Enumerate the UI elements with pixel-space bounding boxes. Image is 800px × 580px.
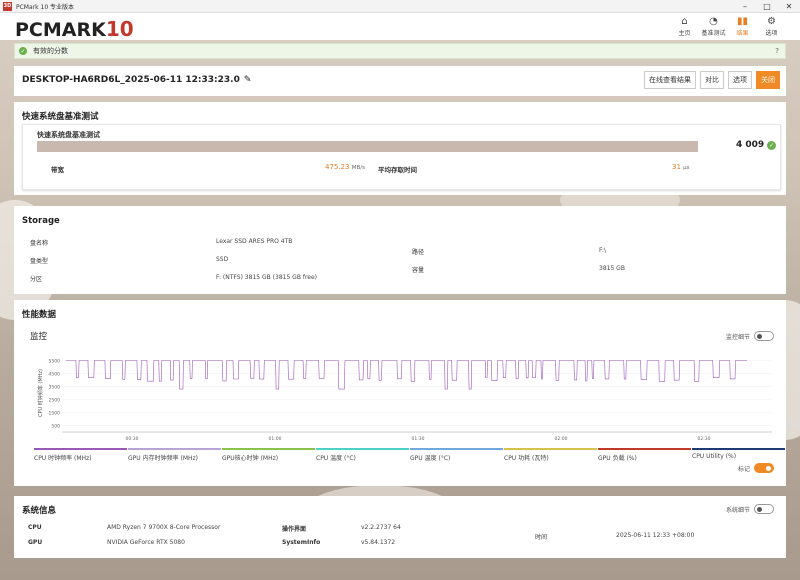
legend-item[interactable]: CPU Utility (%) bbox=[692, 448, 785, 462]
nav-home[interactable]: ⌂ 主页 bbox=[670, 15, 699, 37]
y-tick-label: 3500 bbox=[49, 385, 61, 391]
system-detail-toggle[interactable] bbox=[754, 504, 774, 514]
partition-label: 分区 bbox=[30, 276, 43, 283]
section-title: 快速系统盘基准测试 bbox=[22, 112, 99, 122]
app-header: PCMARK10 ⌂ 主页 ◔ 基准测试 ▮▮ 结果 ⚙ 选项 bbox=[0, 13, 800, 41]
legend-item[interactable]: GPU 温度 (°C) bbox=[410, 448, 503, 462]
cpu-value: AMD Ryzen 7 9700X 8-Core Processor bbox=[107, 524, 221, 531]
legend-item[interactable]: CPU 时钟频率 (MHz) bbox=[34, 448, 127, 462]
app-icon: 3D bbox=[3, 1, 12, 11]
cpu-label: CPU bbox=[28, 524, 42, 531]
check-icon: ✓ bbox=[19, 47, 27, 55]
legend-item[interactable]: GPU核心时钟 (MHz) bbox=[222, 448, 315, 462]
maximize-icon[interactable]: □ bbox=[756, 2, 778, 11]
score-bar bbox=[37, 141, 698, 152]
bandwidth-value: 475.23 MB/s bbox=[325, 163, 365, 171]
disk-type-value: SSD bbox=[216, 256, 229, 263]
access-time-value: 31 μs bbox=[672, 163, 690, 171]
systeminfo-value: v5.84.1372 bbox=[361, 539, 396, 546]
path-label: 路径 bbox=[412, 249, 425, 256]
y-tick-label: 2500 bbox=[49, 398, 61, 404]
section-title: 系统信息 bbox=[22, 506, 57, 516]
main-nav: ⌂ 主页 ◔ 基准测试 ▮▮ 结果 ⚙ 选项 bbox=[670, 15, 786, 37]
time-label: 时间 bbox=[535, 534, 548, 541]
check-icon: ✓ bbox=[767, 140, 777, 150]
partition-value: F: (NTFS) 3815 GB (3815 GB free) bbox=[216, 274, 318, 281]
y-tick-label: 5500 bbox=[49, 359, 61, 365]
capacity-label: 容量 bbox=[412, 267, 425, 274]
result-title: DESKTOP-HA6RD6L_2025-06-11 12:33:23.0 bbox=[22, 75, 240, 85]
view-online-button[interactable]: 在线查看结果 bbox=[644, 71, 696, 89]
y-tick-label: 500 bbox=[51, 424, 60, 430]
monitor-chart: CPU 时钟频率 (MHz) 5500 4500 3500 2500 1500 500 00:… bbox=[37, 359, 772, 442]
marker-label: 标记 bbox=[737, 465, 750, 473]
series-line-cpu-clock bbox=[66, 360, 747, 390]
bar-chart-icon: ▮▮ bbox=[736, 16, 748, 27]
x-tick-label: 01:30 bbox=[412, 436, 425, 442]
y-axis-label: CPU 时钟频率 (MHz) bbox=[37, 369, 44, 417]
x-tick-label: 01:00 bbox=[269, 436, 282, 442]
pencil-icon[interactable]: ✎ bbox=[244, 75, 252, 85]
home-icon: ⌂ bbox=[681, 16, 688, 27]
gpu-label: GPU bbox=[28, 539, 43, 546]
section-title: 性能数据 bbox=[22, 310, 57, 320]
storage-section: Storage 盘名称 Lexar SSD ARES PRO 4TB 盘类型 S… bbox=[14, 206, 786, 294]
monitor-detail-toggle[interactable] bbox=[754, 331, 774, 341]
system-detail-label: 系统细节 bbox=[725, 506, 750, 514]
gauge-icon: ◔ bbox=[709, 16, 718, 27]
close-button[interactable]: 关闭 bbox=[756, 71, 780, 89]
nav-options[interactable]: ⚙ 选项 bbox=[757, 15, 786, 37]
nav-benchmarks[interactable]: ◔ 基准测试 bbox=[699, 15, 728, 37]
os-label: 操作界面 bbox=[282, 526, 307, 533]
y-tick-label: 4500 bbox=[49, 372, 61, 378]
x-tick-label: 02:00 bbox=[555, 436, 568, 442]
section-title: Storage bbox=[22, 216, 60, 226]
legend-item[interactable]: CPU 温度 (°C) bbox=[316, 448, 409, 462]
legend-item[interactable]: GPU 负载 (%) bbox=[598, 448, 691, 462]
disk-name-value: Lexar SSD ARES PRO 4TB bbox=[216, 238, 293, 245]
gpu-value: NVIDIA GeForce RTX 5080 bbox=[107, 539, 185, 546]
disk-name-label: 盘名称 bbox=[30, 240, 49, 247]
disk-type-label: 盘类型 bbox=[30, 258, 49, 265]
score-card: 快速系统盘基准测试 4 009 ✓ 带宽 475.23 MB/s 平均存取时间 3… bbox=[22, 124, 781, 190]
valid-score-notice: ✓ 有效的分数 ? bbox=[14, 43, 786, 59]
quick-drive-section: 快速系统盘基准测试 快速系统盘基准测试 4 009 ✓ 带宽 475.23 MB/… bbox=[14, 102, 786, 195]
window-titlebar: 3D PCMark 10 专业版本 – □ ✕ bbox=[0, 0, 800, 13]
time-value: 2025-06-11 12:33 +08:00 bbox=[616, 532, 695, 539]
system-info-section: 系统信息 系统细节 CPU AMD Ryzen 7 9700X 8-Core P… bbox=[14, 496, 786, 558]
legend-item[interactable]: CPU 功耗 (瓦特) bbox=[504, 448, 597, 462]
result-header: DESKTOP-HA6RD6L_2025-06-11 12:33:23.0 ✎ 在… bbox=[14, 66, 786, 96]
path-value: F:\ bbox=[599, 247, 607, 254]
legend-item[interactable]: GPU 内存时钟频率 (MHz) bbox=[128, 448, 221, 462]
nav-results[interactable]: ▮▮ 结果 bbox=[728, 15, 757, 37]
x-tick-label: 02:30 bbox=[698, 436, 711, 442]
gear-icon: ⚙ bbox=[767, 16, 776, 27]
card-title: 快速系统盘基准测试 bbox=[37, 131, 100, 139]
chart-legend: CPU 时钟频率 (MHz) GPU 内存时钟频率 (MHz) GPU核心时钟 (M… bbox=[34, 448, 786, 462]
monitor-detail-label: 监控细节 bbox=[725, 333, 750, 341]
close-icon[interactable]: ✕ bbox=[778, 2, 800, 11]
window-title: PCMark 10 专业版本 bbox=[16, 3, 75, 11]
compare-button[interactable]: 对比 bbox=[700, 71, 724, 89]
monitor-title: 监控 bbox=[30, 332, 48, 342]
options-button[interactable]: 选项 bbox=[728, 71, 752, 89]
os-value: v2.2.2737 64 bbox=[361, 524, 401, 531]
y-tick-label: 1500 bbox=[49, 411, 61, 417]
capacity-value: 3815 GB bbox=[599, 265, 625, 272]
score-value: 4 009 ✓ bbox=[736, 140, 777, 150]
help-icon[interactable]: ? bbox=[775, 47, 779, 55]
marker-toggle[interactable] bbox=[754, 463, 774, 473]
systeminfo-label: SystemInfo bbox=[282, 539, 321, 546]
x-tick-label: 00:30 bbox=[126, 436, 139, 442]
access-time-label: 平均存取时间 bbox=[378, 166, 417, 174]
bandwidth-label: 带宽 bbox=[51, 166, 64, 174]
minimize-icon[interactable]: – bbox=[734, 2, 756, 11]
notice-text: 有效的分数 bbox=[33, 47, 68, 55]
performance-section: 性能数据 监控 监控细节 CPU 时钟频率 (MHz) 5500 4500 3500 2… bbox=[14, 300, 786, 486]
pcmark-logo: PCMARK10 bbox=[15, 17, 134, 41]
